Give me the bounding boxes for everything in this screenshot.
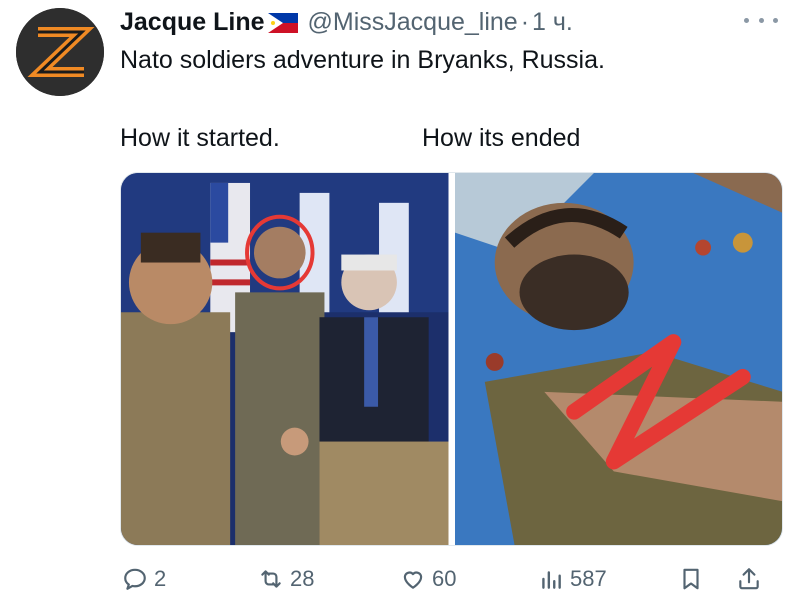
- views-count: 587: [570, 566, 607, 591]
- media-grid[interactable]: [120, 172, 783, 546]
- tweet-text: Nato soldiers adventure in Bryanks, Russ…: [120, 46, 605, 74]
- reply-icon: [122, 566, 148, 592]
- heart-icon: [400, 566, 426, 592]
- views-button[interactable]: 587: [538, 562, 607, 596]
- action-bar: 2 28 60 587: [118, 562, 788, 596]
- tweet-header: Jacque Line @MissJacque_line · 1 ч.: [120, 6, 573, 38]
- reply-button[interactable]: 2: [122, 562, 166, 596]
- bookmark-icon: [678, 566, 704, 592]
- caption-left: How it started.: [120, 124, 280, 152]
- retweet-icon: [258, 566, 284, 592]
- retweet-button[interactable]: 28: [258, 562, 314, 596]
- like-count: 60: [432, 566, 457, 591]
- avatar[interactable]: [16, 8, 104, 96]
- bookmark-button[interactable]: [678, 562, 704, 596]
- z-logo-icon: [16, 8, 104, 96]
- user-handle[interactable]: @MissJacque_line: [308, 8, 518, 37]
- reply-count: 2: [154, 566, 167, 591]
- display-name[interactable]: Jacque Line: [120, 8, 265, 37]
- share-icon: [736, 566, 762, 592]
- separator-dot: ·: [520, 7, 530, 36]
- share-button[interactable]: [736, 562, 762, 596]
- philippines-flag-icon: [267, 11, 298, 33]
- media-photo-right[interactable]: [454, 173, 782, 545]
- caption-right: How its ended: [422, 124, 581, 152]
- like-button[interactable]: 60: [400, 562, 456, 596]
- retweet-count: 28: [290, 566, 315, 591]
- views-icon: [538, 566, 564, 592]
- more-icon[interactable]: [744, 10, 778, 30]
- media-photo-left[interactable]: [121, 173, 449, 545]
- timestamp[interactable]: 1 ч.: [532, 8, 573, 37]
